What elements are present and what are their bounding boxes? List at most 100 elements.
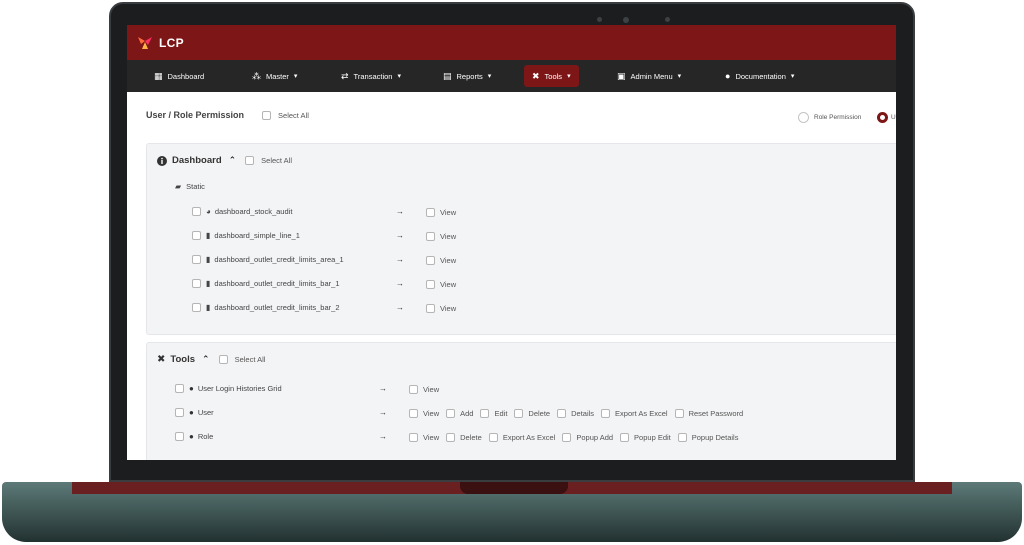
- pie-chart-icon: ◕: [206, 207, 211, 216]
- nav-label: Transaction: [353, 71, 393, 81]
- chevron-down-icon: ▾: [790, 73, 795, 80]
- trackpad-notch: [460, 482, 568, 494]
- dashboard-select-all-checkbox[interactable]: [245, 156, 255, 165]
- item-checkbox[interactable]: [175, 432, 184, 441]
- permission-view: View: [426, 280, 456, 289]
- info-circle-icon: [157, 155, 167, 166]
- permission-add: Add: [446, 409, 473, 418]
- permission-view: View: [426, 232, 456, 241]
- delete-checkbox[interactable]: [514, 409, 524, 418]
- item-checkbox[interactable]: [175, 384, 184, 393]
- brand-name[interactable]: LCP: [159, 36, 184, 50]
- view-label: View: [423, 433, 440, 442]
- tools-select-all-checkbox[interactable]: [218, 355, 228, 364]
- permission-page: User / Role Permission Select All Role P…: [127, 92, 896, 460]
- item-label: dashboard_simple_line_1: [214, 231, 300, 240]
- view-checkbox[interactable]: [426, 208, 435, 217]
- details-label: Details: [571, 409, 595, 418]
- item-checkbox[interactable]: [192, 207, 201, 216]
- permission-row: View Delete Export As Excel Popup Add Po…: [409, 433, 745, 442]
- nav-label: Dashboard: [167, 71, 205, 81]
- bar-chart-icon: ▮: [206, 303, 211, 312]
- sensor-dot: [665, 17, 670, 22]
- chevron-up-icon[interactable]: ⌃: [202, 354, 210, 365]
- permission-popup-add: Popup Add: [562, 433, 613, 442]
- user-gear-icon: ●: [189, 432, 194, 441]
- export-label: Export As Excel: [502, 433, 556, 442]
- add-checkbox[interactable]: [446, 409, 456, 418]
- view-label: View: [423, 409, 440, 418]
- network-icon: ⁂: [252, 70, 261, 81]
- nav-reports[interactable]: ▤ Reports ▾: [435, 65, 499, 87]
- chevron-up-icon[interactable]: ⌃: [229, 155, 237, 166]
- view-checkbox[interactable]: [409, 409, 418, 418]
- permission-delete: Delete: [446, 433, 482, 442]
- list-item: ● User Login Histories Grid: [175, 384, 282, 393]
- view-checkbox[interactable]: [426, 304, 435, 313]
- chevron-down-icon: ▾: [487, 73, 492, 80]
- popup-details-checkbox[interactable]: [677, 433, 687, 442]
- nav-documentation[interactable]: ● Documentation ▾: [717, 65, 802, 87]
- reset-password-checkbox[interactable]: [674, 409, 684, 418]
- view-checkbox[interactable]: [426, 232, 435, 241]
- view-checkbox[interactable]: [409, 433, 418, 442]
- nav-master[interactable]: ⁂ Master ▾: [244, 65, 305, 87]
- arrow-right-icon: →: [379, 384, 387, 393]
- view-label: View: [440, 256, 457, 265]
- popup-details-label: Popup Details: [691, 433, 739, 442]
- user-icon: ●: [189, 408, 194, 417]
- list-item: ▮ dashboard_outlet_credit_limits_bar_2: [192, 303, 340, 312]
- static-group-label: Static: [186, 182, 205, 191]
- nav-label: Reports: [456, 71, 483, 81]
- permission-view: View: [426, 304, 456, 313]
- view-checkbox[interactable]: [426, 280, 435, 289]
- nav-label: Admin Menu: [630, 71, 673, 81]
- tools-icon: ✖: [532, 70, 540, 81]
- view-checkbox[interactable]: [426, 256, 435, 265]
- user-permission-radio[interactable]: [877, 112, 888, 123]
- list-item: ● Role: [175, 432, 213, 441]
- app-header: LCP: [127, 25, 896, 60]
- nav-dashboard[interactable]: ▦ Dashboard: [146, 65, 212, 87]
- item-checkbox[interactable]: [192, 231, 201, 240]
- view-label: View: [440, 208, 457, 217]
- export-checkbox[interactable]: [601, 409, 611, 418]
- item-checkbox[interactable]: [192, 279, 201, 288]
- export-checkbox[interactable]: [488, 433, 498, 442]
- page-title: User / Role Permission: [146, 110, 245, 120]
- reset-password-label: Reset Password: [688, 409, 744, 418]
- sensor-dot: [597, 17, 602, 22]
- bar-chart-icon: ▮: [206, 255, 211, 264]
- nav-transaction[interactable]: ⇄ Transaction ▾: [333, 65, 409, 87]
- list-item: ▮ dashboard_simple_line_1: [192, 231, 300, 240]
- permission-export: Export As Excel: [601, 409, 668, 418]
- nav-admin-menu[interactable]: ▣ Admin Menu ▾: [609, 65, 689, 87]
- permission-view: View: [409, 409, 439, 418]
- edit-checkbox[interactable]: [480, 409, 490, 418]
- item-checkbox[interactable]: [175, 408, 184, 417]
- item-label: dashboard_outlet_credit_limits_bar_1: [214, 279, 340, 288]
- chevron-down-icon: ▾: [567, 73, 571, 80]
- details-checkbox[interactable]: [557, 409, 567, 418]
- logo-icon: [138, 36, 152, 49]
- item-label: dashboard_stock_audit: [214, 207, 293, 216]
- item-checkbox[interactable]: [192, 303, 201, 312]
- view-checkbox[interactable]: [409, 385, 418, 394]
- delete-checkbox[interactable]: [446, 433, 456, 442]
- arrow-right-icon: →: [396, 231, 404, 240]
- popup-edit-label: Popup Edit: [634, 433, 671, 442]
- item-checkbox[interactable]: [192, 255, 201, 264]
- arrow-right-icon: →: [379, 432, 387, 441]
- popup-edit-checkbox[interactable]: [620, 433, 630, 442]
- role-permission-radio[interactable]: [798, 112, 809, 123]
- item-label: Role: [197, 432, 214, 441]
- item-label: dashboard_outlet_credit_limits_area_1: [214, 255, 344, 264]
- arrows-icon: ⇄: [341, 70, 349, 81]
- popup-add-checkbox[interactable]: [562, 433, 572, 442]
- dashboard-select-all-label: Select All: [261, 156, 293, 165]
- permission-view: View: [426, 256, 456, 265]
- select-all-checkbox[interactable]: [262, 110, 272, 120]
- user-icon: ●: [189, 384, 194, 393]
- arrow-right-icon: →: [379, 408, 387, 417]
- nav-tools[interactable]: ✖ Tools ▾: [524, 65, 579, 87]
